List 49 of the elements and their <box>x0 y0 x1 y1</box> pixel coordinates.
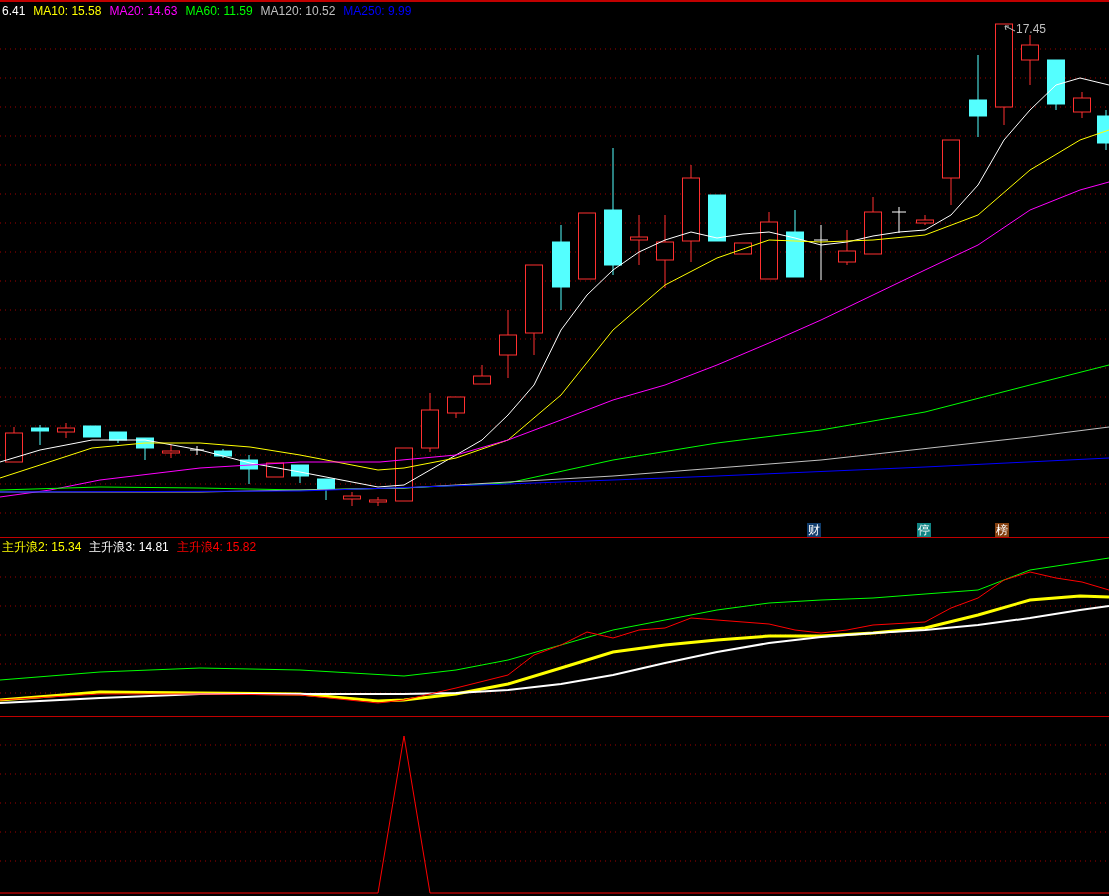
candlestick <box>162 444 180 459</box>
candlestick <box>838 229 856 266</box>
indicator-legend: 6.41 <box>2 2 26 20</box>
candlestick <box>891 206 907 234</box>
candlestick <box>942 139 960 206</box>
candlestick <box>395 447 413 502</box>
indicator-legend: 主升浪4: 15.82 <box>176 538 257 556</box>
candlestick <box>291 464 309 484</box>
candlestick <box>864 196 882 255</box>
candlestick <box>31 424 49 446</box>
candlestick <box>578 212 596 280</box>
candlestick <box>447 396 465 419</box>
indicator-legend: MA60: 11.59 <box>185 2 253 20</box>
arrow-icon <box>1004 25 1016 33</box>
candlestick <box>136 437 154 461</box>
candlestick <box>109 431 127 444</box>
candlestick <box>708 194 726 242</box>
candlestick <box>734 242 752 255</box>
indicator-legend: MA10: 15.58 <box>33 2 102 20</box>
candlestick <box>760 211 778 280</box>
high-price-label: 17.45 <box>1016 21 1047 38</box>
candlestick <box>1073 91 1091 119</box>
candlestick <box>916 214 934 226</box>
candlestick <box>5 426 23 463</box>
candlestick <box>630 214 648 266</box>
candlestick <box>343 491 361 507</box>
event-badge: 财 <box>807 523 821 537</box>
candlestick <box>473 364 491 385</box>
candlestick <box>57 422 75 439</box>
candlestick <box>1047 59 1065 111</box>
indicator-legend: 主升浪2: 15.34 <box>2 538 82 556</box>
candlestick <box>214 448 232 459</box>
candlestick <box>240 454 258 485</box>
candlestick <box>1021 34 1039 86</box>
indicator-legend: MA250: 9.99 <box>343 2 412 20</box>
candlestick <box>421 392 439 453</box>
candlestick <box>189 445 205 456</box>
candlestick <box>317 478 335 501</box>
candlestick <box>369 496 387 507</box>
candlestick <box>83 425 101 438</box>
candlestick <box>1097 109 1109 151</box>
candlestick <box>786 209 804 278</box>
indicator-legend: MA120: 10.52 <box>260 2 336 20</box>
indicator-legend: 主升浪3: 14.81 <box>89 538 169 556</box>
event-badge: 停 <box>917 523 931 537</box>
event-badge: 榜 <box>995 523 1009 537</box>
candlestick <box>499 309 517 379</box>
candlestick <box>813 224 829 281</box>
indicator-legend: MA20: 14.63 <box>109 2 178 20</box>
